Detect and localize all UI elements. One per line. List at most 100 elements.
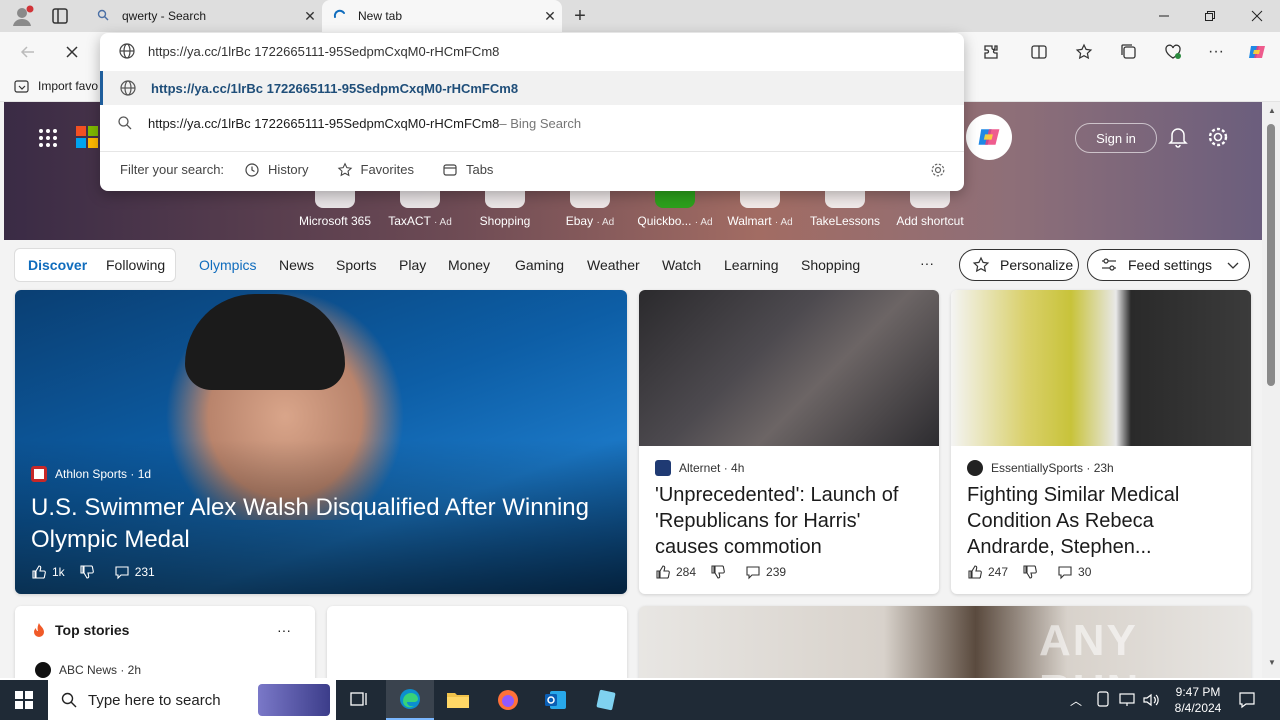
restore-button[interactable] <box>1187 0 1233 32</box>
card-headline[interactable]: U.S. Swimmer Alex Walsh Disqualified Aft… <box>31 492 621 556</box>
taskbar-search-box[interactable]: Type here to search <box>48 680 336 720</box>
new-tab-button[interactable]: + <box>568 4 592 28</box>
favorites-star-icon[interactable] <box>1070 38 1098 66</box>
tab-actions-icon[interactable] <box>50 6 70 26</box>
top-stories-header: Top stories <box>31 622 129 638</box>
nav-more[interactable]: ··· <box>920 255 934 271</box>
split-screen-icon[interactable] <box>1025 38 1053 66</box>
import-favorites-link[interactable]: Import favo <box>38 79 98 93</box>
like-button[interactable]: 247 <box>967 564 1008 580</box>
tray-chevron-up-icon[interactable]: ︿ <box>1070 692 1082 709</box>
more-options-icon[interactable]: ··· <box>1202 38 1230 66</box>
news-card-image[interactable]: ANY RUN <box>639 606 1251 678</box>
notifications-bell-icon[interactable] <box>1168 126 1188 148</box>
minimize-button[interactable] <box>1141 0 1187 32</box>
tab-discover[interactable]: Discover <box>28 257 87 273</box>
ad-label: · Ad <box>694 217 713 228</box>
edge-taskbar-icon[interactable] <box>386 680 434 720</box>
notification-center-icon[interactable] <box>1238 691 1256 709</box>
nav-weather[interactable]: Weather <box>587 257 640 273</box>
nav-play[interactable]: Play <box>399 257 426 273</box>
tab-title: New tab <box>358 9 403 23</box>
feed-settings-button[interactable]: Feed settings <box>1087 249 1250 281</box>
nav-news[interactable]: News <box>279 257 314 273</box>
filter-tabs[interactable]: Tabs <box>442 162 493 178</box>
filter-favorites[interactable]: Favorites <box>337 162 414 178</box>
filter-tabs-label: Tabs <box>465 162 494 177</box>
tab-new-tab[interactable]: New tab ✕ <box>322 0 562 32</box>
close-tab-icon[interactable]: ✕ <box>538 4 562 28</box>
volume-icon[interactable] <box>1142 692 1160 708</box>
nav-olympics[interactable]: Olympics <box>199 257 257 273</box>
microsoft-logo-icon[interactable] <box>76 126 98 148</box>
task-view-icon[interactable] <box>336 680 384 720</box>
close-window-button[interactable] <box>1234 0 1280 32</box>
search-icon <box>96 8 112 24</box>
copilot-icon[interactable] <box>1243 38 1271 66</box>
dislike-button[interactable] <box>79 564 100 580</box>
essentiallysports-logo-icon <box>967 460 983 476</box>
scroll-down-icon[interactable]: ▼ <box>1268 658 1276 667</box>
nav-gaming[interactable]: Gaming <box>515 257 564 273</box>
browser-essentials-icon[interactable] <box>1159 38 1187 66</box>
dislike-button[interactable] <box>1022 564 1043 580</box>
taskbar: Type here to search ︿ 9:47 PM 8/4/2024 <box>0 680 1280 720</box>
comment-button[interactable]: 231 <box>114 564 155 580</box>
copilot-button[interactable] <box>966 114 1012 160</box>
app-launcher-icon[interactable] <box>38 128 58 148</box>
stop-loading-icon[interactable] <box>58 38 86 66</box>
file-explorer-icon[interactable] <box>434 680 482 720</box>
scroll-up-icon[interactable]: ▲ <box>1268 106 1276 115</box>
comment-count: 239 <box>766 565 787 579</box>
card-headline[interactable]: Fighting Similar Medical Condition As Re… <box>967 482 1239 560</box>
clock-date: 8/4/2024 <box>1174 701 1222 715</box>
start-button[interactable] <box>0 680 48 720</box>
globe-icon <box>118 42 136 60</box>
news-card-essentiallysports[interactable]: EssentiallySports · 23h Fighting Similar… <box>951 290 1251 594</box>
extensions-icon[interactable] <box>977 38 1005 66</box>
news-card-main[interactable]: Athlon Sports · 1d U.S. Swimmer Alex Wal… <box>15 290 627 594</box>
like-button[interactable]: 1k <box>31 564 65 580</box>
comment-button[interactable]: 30 <box>1057 564 1091 580</box>
address-input[interactable] <box>148 41 908 61</box>
personalize-button[interactable]: Personalize <box>959 249 1079 281</box>
firefox-icon[interactable] <box>484 680 532 720</box>
profile-icon[interactable] <box>8 4 36 28</box>
filter-history[interactable]: History <box>244 162 309 178</box>
filter-history-label: History <box>268 162 309 177</box>
nav-learning[interactable]: Learning <box>724 257 779 273</box>
like-button[interactable]: 284 <box>655 564 696 580</box>
nav-sports[interactable]: Sports <box>336 257 376 273</box>
back-arrow-icon[interactable] <box>14 38 42 66</box>
page-settings-gear-icon[interactable] <box>1207 126 1229 148</box>
suggestion-url[interactable]: https://ya.cc/1lrBc 1722665111-95SedpmCx… <box>100 71 964 105</box>
tab-qwerty-search[interactable]: qwerty - Search ✕ <box>86 0 322 32</box>
tab-following[interactable]: Following <box>106 257 165 273</box>
settings-gear-icon[interactable] <box>930 162 946 178</box>
close-tab-icon[interactable]: ✕ <box>298 4 322 28</box>
nav-money[interactable]: Money <box>448 257 490 273</box>
source-label: ABC News · 2h <box>59 663 142 677</box>
chevron-down-icon <box>1227 262 1239 269</box>
collections-icon[interactable] <box>1115 38 1143 66</box>
scrollbar-thumb[interactable] <box>1267 124 1275 386</box>
network-icon[interactable] <box>1118 692 1136 708</box>
top-stories-more[interactable]: ··· <box>277 622 291 638</box>
top-stories-card: Top stories ··· ABC News · 2h <box>15 606 315 678</box>
clock[interactable]: 9:47 PM 8/4/2024 <box>1168 684 1228 716</box>
nav-watch[interactable]: Watch <box>662 257 701 273</box>
tray-device-icon[interactable] <box>1096 691 1110 707</box>
address-bar[interactable] <box>100 33 964 69</box>
outlook-icon[interactable] <box>532 680 580 720</box>
comment-button[interactable]: 239 <box>745 564 786 580</box>
title-bar: qwerty - Search ✕ New tab ✕ + <box>0 0 1280 32</box>
news-card-alternet[interactable]: Alternet · 4h 'Unprecedented': Launch of… <box>639 290 939 594</box>
page-scrollbar[interactable]: ▲ ▼ <box>1262 102 1280 678</box>
nav-shopping[interactable]: Shopping <box>801 257 860 273</box>
sign-in-button[interactable]: Sign in <box>1075 123 1157 153</box>
card-headline[interactable]: 'Unprecedented': Launch of 'Republicans … <box>655 482 927 560</box>
dislike-button[interactable] <box>710 564 731 580</box>
search-highlight-image <box>258 684 330 716</box>
notepad-icon[interactable] <box>582 680 630 720</box>
suggestion-bing-search[interactable]: https://ya.cc/1lrBc 1722665111-95SedpmCx… <box>100 106 964 140</box>
